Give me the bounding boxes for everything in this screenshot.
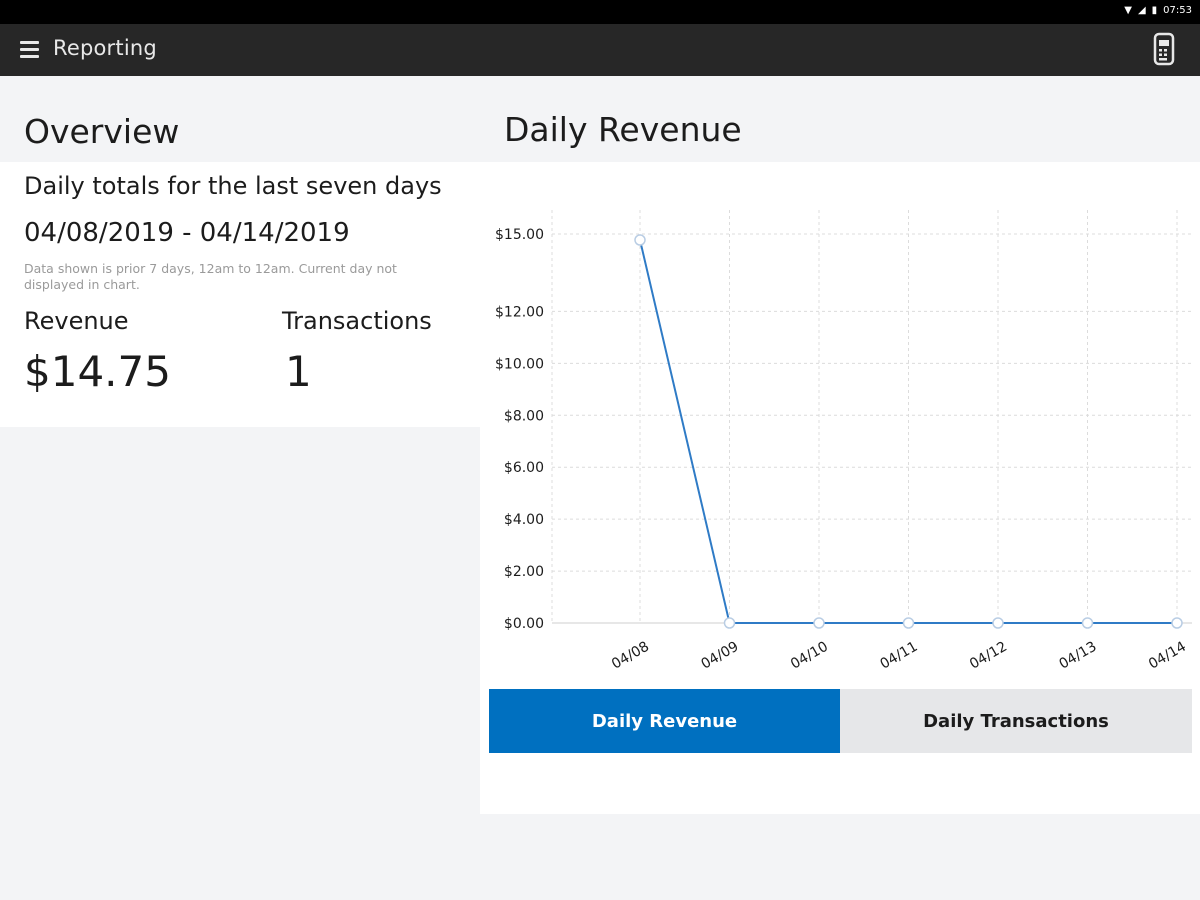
x-tick-label: 04/09 <box>699 639 742 673</box>
status-icons: ▼ ◢ ▮ 07:53 <box>1124 4 1192 18</box>
overview-title: Overview <box>24 112 180 151</box>
transactions-value: 1 <box>285 347 312 396</box>
data-note: Data shown is prior 7 days, 12am to 12am… <box>24 261 397 292</box>
status-time: 07:53 <box>1163 5 1192 16</box>
revenue-line-chart: $0.00 $2.00 $4.00 $6.00 $8.00 $10.00 $12.00 $15… <box>495 210 1192 673</box>
data-point[interactable] <box>992 617 1004 629</box>
x-tick-label: 04/08 <box>609 639 652 673</box>
data-point[interactable] <box>723 617 736 629</box>
tab-daily-revenue[interactable]: Daily Revenue <box>489 689 840 753</box>
chart-card: $0.00 $2.00 $4.00 $6.00 $8.00 $10.00 $12.00 $15… <box>480 162 1200 814</box>
tab-daily-transactions[interactable]: Daily Transactions <box>840 689 1192 753</box>
y-tick-label: $10.00 <box>495 356 544 372</box>
card-reader-icon[interactable] <box>1152 32 1176 66</box>
app-title: Reporting <box>53 36 157 60</box>
date-range: 04/08/2019 - 04/14/2019 <box>24 218 350 248</box>
overview-card: Daily totals for the last seven days 04/… <box>0 162 480 427</box>
x-tick-label: 04/10 <box>788 639 831 673</box>
hamburger-menu-icon[interactable] <box>18 38 42 62</box>
transactions-label: Transactions <box>282 307 432 335</box>
signal-icon: ◢ <box>1137 5 1146 16</box>
data-point[interactable] <box>634 234 646 246</box>
daily-revenue-title: Daily Revenue <box>504 110 742 149</box>
chart-toggle: Daily Revenue Daily Transactions <box>489 689 1192 753</box>
y-tick-label: $0.00 <box>504 616 544 632</box>
x-tick-label: 04/13 <box>1057 639 1100 673</box>
app-bar: Reporting <box>0 24 1200 76</box>
revenue-label: Revenue <box>24 307 129 335</box>
revenue-value: $14.75 <box>24 347 171 396</box>
y-tick-label: $2.00 <box>504 564 544 580</box>
x-tick-label: 04/12 <box>967 639 1010 673</box>
data-point[interactable] <box>1081 617 1094 629</box>
y-tick-label: $6.00 <box>504 460 544 476</box>
x-tick-label: 04/14 <box>1146 639 1189 673</box>
data-point[interactable] <box>902 617 915 629</box>
y-tick-label: $15.00 <box>495 227 544 243</box>
wifi-icon: ▼ <box>1124 5 1132 16</box>
status-bar: ▼ ◢ ▮ 07:53 <box>0 0 1200 24</box>
y-tick-label: $12.00 <box>495 304 544 320</box>
overview-subtitle: Daily totals for the last seven days <box>24 172 442 200</box>
data-point[interactable] <box>1171 617 1183 629</box>
y-tick-label: $8.00 <box>504 408 544 424</box>
battery-icon: ▮ <box>1151 5 1158 16</box>
data-point[interactable] <box>813 617 825 629</box>
x-tick-label: 04/11 <box>878 639 921 673</box>
y-tick-label: $4.00 <box>504 512 544 528</box>
